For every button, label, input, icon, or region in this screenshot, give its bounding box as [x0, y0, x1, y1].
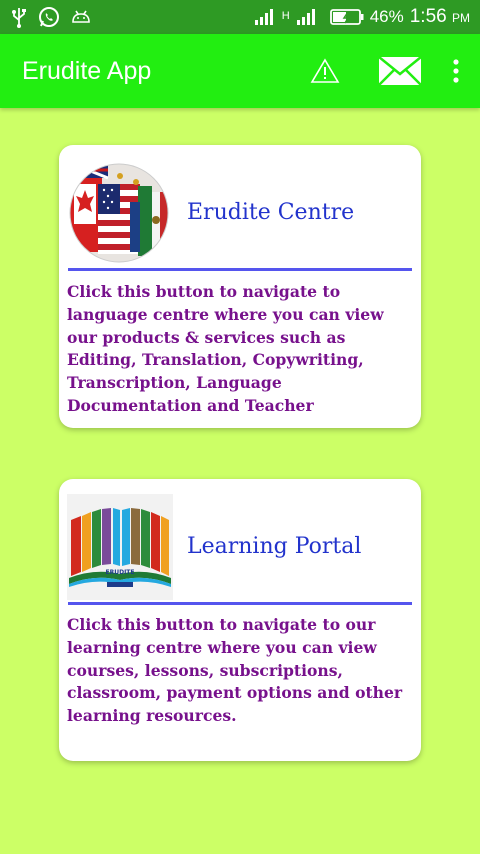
clock-time: 1:56 [409, 6, 447, 27]
app-title: Erudite App [22, 56, 152, 85]
clock-suffix: PM [452, 11, 470, 25]
logo-text: ERUDITE [106, 569, 135, 576]
usb-icon [10, 6, 28, 28]
card-title: Erudite Centre [187, 200, 355, 225]
more-vertical-icon[interactable] [452, 58, 460, 84]
learning-portal-card[interactable]: ERUDITE Learning Portal Click this butto… [59, 479, 421, 761]
app-bar-actions [310, 56, 460, 86]
android-icon [70, 8, 92, 26]
erudite-logo-image: ERUDITE [67, 494, 173, 600]
card-title: Learning Portal [187, 534, 362, 559]
card-description: Click this button to navigate to our lea… [67, 615, 403, 726]
divider [68, 268, 412, 271]
app-bar: Erudite App [0, 34, 480, 108]
card-description: Click this button to navigate to languag… [67, 282, 384, 415]
battery-icon [329, 8, 364, 26]
mail-icon[interactable] [378, 56, 422, 86]
divider [68, 602, 412, 605]
flags-image [68, 162, 170, 264]
clock: 1:56 PM [410, 6, 470, 28]
battery-percent: 46% [369, 7, 404, 26]
signal-icon [296, 8, 318, 26]
signal-icon [254, 8, 276, 26]
erudite-centre-card[interactable]: Erudite Centre Click this button to navi… [59, 145, 421, 428]
warning-icon[interactable] [310, 58, 340, 84]
status-bar: H 46% 1:56 PM [0, 0, 480, 34]
network-type-label: H [281, 10, 290, 22]
whatsapp-icon [38, 6, 60, 28]
